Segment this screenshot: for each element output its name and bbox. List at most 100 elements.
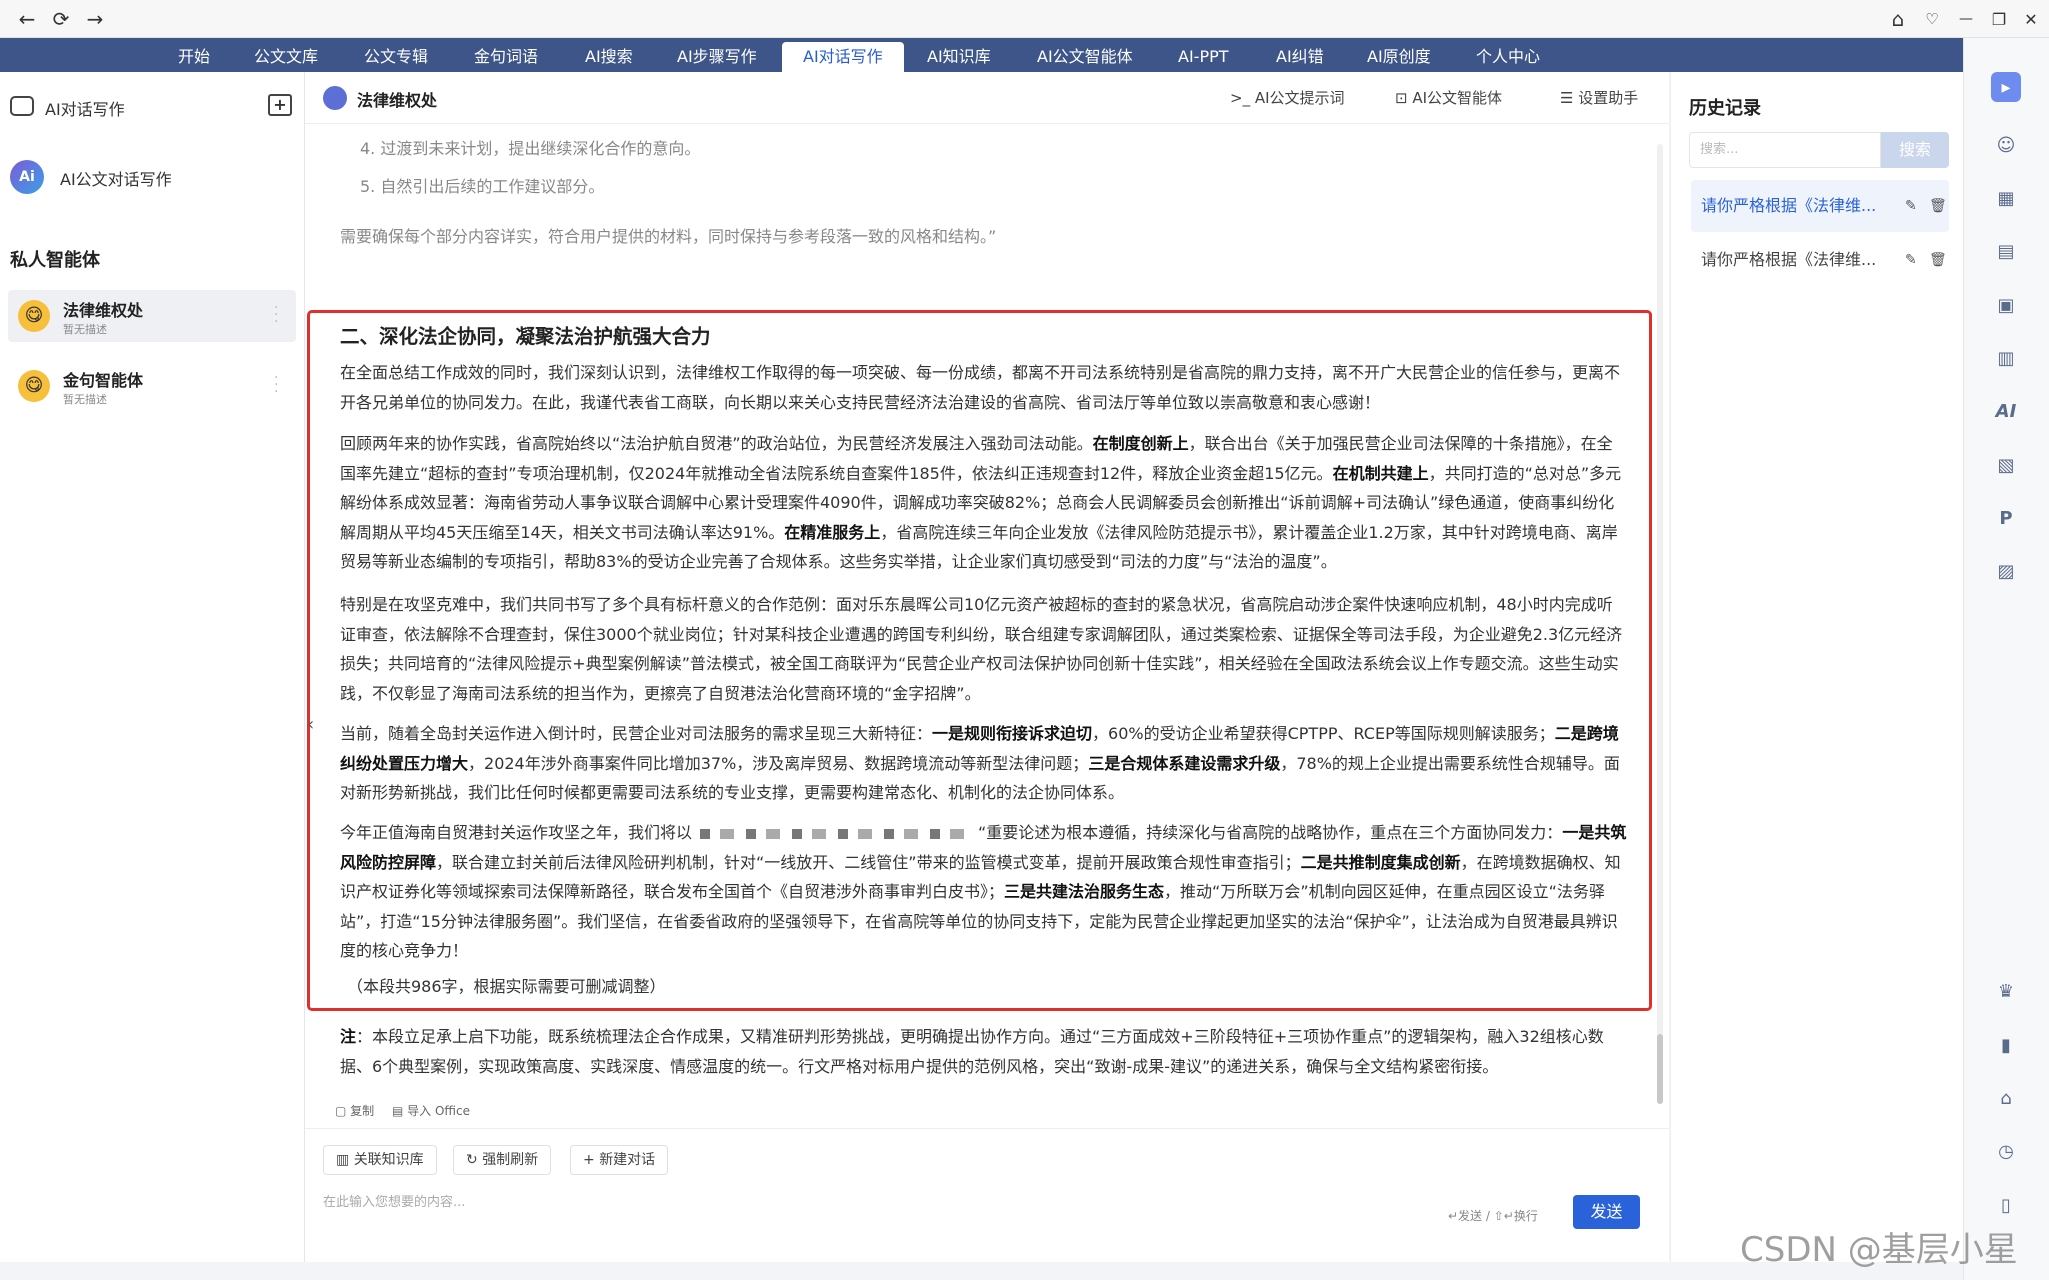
history-item[interactable]: 请你严格根据《法律维... ✎ 🗑 (1691, 234, 1949, 286)
menu-icon: ☰ (1560, 89, 1579, 107)
new-chat-icon[interactable]: + (268, 94, 292, 116)
forward-icon[interactable]: → (82, 6, 108, 32)
delete-icon[interactable]: 🗑 (1929, 180, 1947, 232)
chat-header: 法律维权处 >_ AI公文提示词 ⊡ AI公文智能体 ☰ 设置助手 (305, 72, 1669, 124)
clock-icon[interactable]: ◷ (1991, 1136, 2021, 1166)
text: “重要论述为根本遵循，持续深化与省高院的战略协作，重点在三个方面协同发力： (978, 823, 1563, 842)
sidebar-item-ai-chat[interactable]: AI公文对话写作 (60, 166, 172, 190)
delete-icon[interactable]: 🗑 (1929, 234, 1947, 286)
history-search-input[interactable]: 搜索... (1689, 132, 1881, 168)
p-document-icon[interactable]: P (1991, 503, 2021, 533)
agent-button[interactable]: ⊡ AI公文智能体 (1395, 87, 1502, 108)
new-chat-label: 新建对话 (599, 1152, 656, 1168)
list-item: 5. 自然引出后续的工作建议部分。 (360, 177, 605, 196)
document-icon: ▤ (392, 1104, 408, 1118)
chart-icon[interactable]: ▮ (1991, 1030, 2021, 1060)
tab-ai-chat-writing[interactable]: AI对话写作 (782, 42, 904, 72)
agent-label: AI公文智能体 (1412, 89, 1503, 107)
chat-input[interactable]: 在此输入您想要的内容... (323, 1191, 1423, 1241)
knowledge-base-button[interactable]: ▥ 关联知识库 (323, 1145, 437, 1175)
terminal-icon: >_ (1230, 89, 1255, 107)
document-icon[interactable]: ▤ (1991, 236, 2021, 266)
word-count: （本段共986字，根据实际需要可删减调整） (347, 977, 666, 996)
crown-icon[interactable]: ♛ (1991, 976, 2021, 1006)
tab-doc-library[interactable]: 公文文库 (233, 42, 339, 72)
back-icon[interactable]: ← (14, 6, 40, 32)
tab-ai-ppt[interactable]: AI-PPT (1157, 42, 1250, 72)
chat-title: 法律维权处 (357, 91, 438, 110)
right-toolbar: ▸ ☺ ▦ ▤ ▣ ▥ AI ▧ P ▨ ♛ ▮ ⌂ ◷ ▯ (1963, 38, 2049, 1280)
collapse-arrow-icon[interactable]: ‹ (307, 714, 314, 735)
avatar-icon[interactable]: ☺ (1991, 130, 2021, 160)
robot-icon: ⊡ (1395, 89, 1413, 107)
book-icon[interactable]: ▨ (1991, 556, 2021, 586)
chat-main: 法律维权处 >_ AI公文提示词 ⊡ AI公文智能体 ☰ 设置助手 4. 过渡到… (305, 72, 1669, 1262)
bold-text: 三是共建法治服务生态 (1004, 882, 1165, 901)
briefcase-icon[interactable]: ▦ (1991, 183, 2021, 213)
file-icon[interactable]: ▥ (1991, 343, 2021, 373)
history-item-label: 请你严格根据《法律维... (1701, 196, 1877, 215)
agent-desc: 暂无描述 (63, 323, 107, 336)
more-icon[interactable]: · · · (274, 371, 278, 399)
panel-toggle-icon[interactable]: ▸ (1991, 72, 2021, 102)
more-icon[interactable]: · · · (274, 301, 278, 329)
close-icon[interactable]: ✕ (2018, 6, 2044, 32)
ai-icon[interactable]: AI (1991, 396, 2021, 426)
copy-icon: ▢ (335, 1104, 351, 1118)
prompt-button[interactable]: >_ AI公文提示词 (1230, 87, 1345, 108)
bold-text: 一是规则衔接诉求迫切 (932, 724, 1093, 743)
sidebar-header: AI对话写作 (45, 100, 125, 119)
minimize-icon[interactable]: — (1953, 6, 1979, 32)
tab-ai-proofread[interactable]: AI纠错 (1255, 42, 1345, 72)
copy-button[interactable]: ▢ 复制 (335, 1102, 374, 1119)
section-heading: 二、深化法企协同，凝聚法治护航强大合力 (340, 325, 711, 348)
tab-personal-center[interactable]: 个人中心 (1455, 42, 1561, 72)
text: ，60%的受访企业希望获得CPTPP、RCEP等国际规则解读服务； (1092, 724, 1555, 743)
edit-icon[interactable]: ✎ (1905, 180, 1917, 232)
history-search-button[interactable]: 搜索 (1881, 132, 1949, 168)
kb-label: 关联知识库 (353, 1152, 424, 1168)
agent-desc: 暂无描述 (63, 393, 107, 406)
tab-ai-search[interactable]: AI搜索 (564, 42, 654, 72)
reload-icon[interactable]: ⟳ (48, 6, 74, 32)
robot-icon (10, 96, 34, 116)
phone-icon[interactable]: ▯ (1991, 1190, 2021, 1220)
import-office-button[interactable]: ▤ 导入 Office (392, 1102, 470, 1119)
refresh-button[interactable]: ↻ 强制刷新 (453, 1145, 552, 1175)
tab-doc-album[interactable]: 公文专辑 (343, 42, 449, 72)
paragraph: 在全面总结工作成效的同时，我们深刻认识到，法律维权工作取得的每一项突破、每一份成… (340, 363, 1621, 412)
list-item: 4. 过渡到未来计划，提出继续深化合作的意向。 (360, 139, 701, 158)
paragraph: 今年正值海南自贸港封关运作攻坚之年，我们将以 “重要论述为根本遵循，持续深化与省高… (340, 818, 1627, 966)
scrollbar[interactable] (1657, 144, 1663, 1104)
tab-ai-originality[interactable]: AI原创度 (1346, 42, 1452, 72)
pin-icon[interactable]: ♡ (1919, 6, 1945, 32)
settings-button[interactable]: ☰ 设置助手 (1560, 87, 1638, 108)
edit-icon[interactable]: ✎ (1905, 234, 1917, 286)
history-item[interactable]: 请你严格根据《法律维... ✎ 🗑 (1691, 180, 1949, 232)
refresh-label: 强制刷新 (482, 1152, 539, 1168)
book-icon: ▥ (336, 1152, 354, 1168)
import-label: 导入 Office (407, 1104, 470, 1118)
text: ，2024年涉外商事案件同比增加37%，涉及离岸贸易、数据跨境流动等新型法律问题… (468, 753, 1089, 773)
tab-phrases[interactable]: 金句词语 (453, 42, 559, 72)
scrollbar-thumb[interactable] (1657, 1034, 1663, 1104)
new-chat-button[interactable]: + 新建对话 (570, 1145, 669, 1175)
tab-start[interactable]: 开始 (157, 42, 231, 72)
ai-logo-icon: Ai (10, 160, 44, 194)
plus-icon: + (583, 1152, 600, 1168)
history-item-label: 请你严格根据《法律维... (1701, 250, 1877, 269)
agent-item[interactable]: 😋 金句智能体 暂无描述 · · · (8, 360, 296, 412)
home-icon[interactable]: ⌂ (1885, 6, 1911, 32)
history-title: 历史记录 (1689, 98, 1761, 119)
text: 回顾两年来的协作实践，省高院始终以“法治护航自贸港”的政治站位，为民营经济发展注… (340, 434, 1093, 453)
top-navbar: 开始 公文文库 公文专辑 金句词语 AI搜索 AI步骤写作 AI对话写作 AI知… (0, 38, 1963, 72)
send-button[interactable]: 发送 (1573, 1195, 1640, 1229)
agent-item[interactable]: 😋 法律维权处 暂无描述 · · · (8, 290, 296, 342)
folder-icon[interactable]: ▣ (1991, 290, 2021, 320)
notebook-icon[interactable]: ▧ (1991, 450, 2021, 480)
restore-icon[interactable]: ❐ (1986, 6, 2012, 32)
tab-ai-step-writing[interactable]: AI步骤写作 (656, 42, 778, 72)
tab-ai-agent[interactable]: AI公文智能体 (1016, 42, 1154, 72)
tab-ai-knowledge[interactable]: AI知识库 (906, 42, 1012, 72)
home-icon[interactable]: ⌂ (1991, 1083, 2021, 1113)
